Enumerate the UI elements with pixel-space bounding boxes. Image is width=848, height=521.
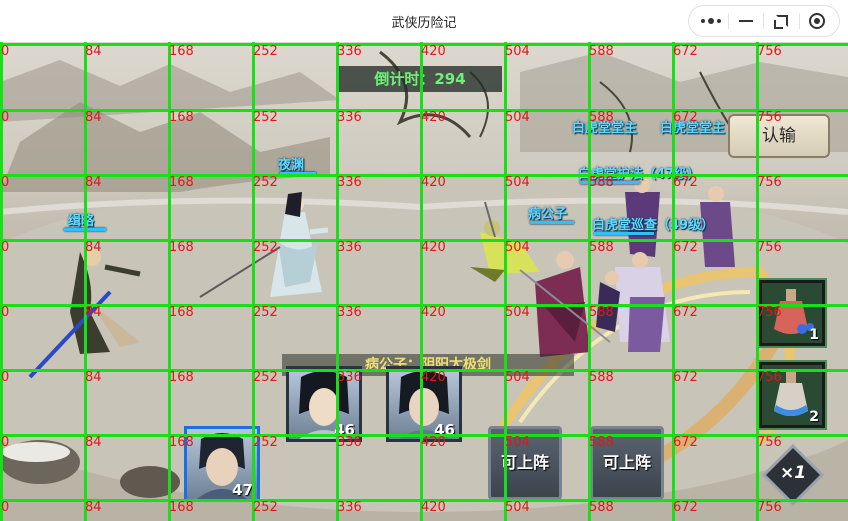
close-button[interactable] — [802, 9, 832, 33]
unit-name-enemy-5: 白虎堂巡查（49级） — [592, 218, 715, 233]
hero-card-2[interactable]: 46 — [286, 366, 362, 442]
game-canvas[interactable]: 倒计时：294 认输 缉略 夜渊 病公子 白虎堂堂主 白虎堂堂主 白虎堂护法（4… — [0, 42, 848, 521]
unit-name-enemy-4: 白虎堂护法（47级） — [578, 167, 701, 182]
window-capsule — [688, 5, 840, 37]
close-target-icon — [808, 13, 825, 29]
hp-bar-ally-2 — [280, 172, 316, 175]
item-count: 1 — [809, 327, 819, 343]
hero-level: 46 — [334, 421, 355, 439]
item-count: 2 — [809, 409, 819, 425]
speed-button[interactable]: ×1 — [762, 444, 824, 506]
hero-card-1[interactable]: 47 — [184, 426, 260, 502]
countdown-timer: 倒计时：294 — [338, 66, 502, 92]
unit-name-enemy-3: 白虎堂堂主 — [660, 121, 726, 136]
unit-name-ally-1: 缉略 — [68, 214, 95, 229]
capsule-divider — [763, 13, 765, 29]
restore-icon — [773, 15, 788, 29]
unit-name-enemy-2: 白虎堂堂主 — [572, 121, 638, 136]
minimize-icon — [739, 20, 754, 22]
hp-bar-ally-1 — [64, 228, 106, 231]
empty-slot-2[interactable]: 可上阵 — [590, 426, 664, 500]
speed-label: ×1 — [779, 463, 807, 483]
hero-level: 47 — [232, 481, 253, 499]
empty-slot-1[interactable]: 可上阵 — [488, 426, 562, 500]
hero-level: 46 — [434, 421, 455, 439]
restore-button[interactable] — [767, 9, 797, 33]
unit-name-ally-2: 夜渊 — [278, 158, 305, 173]
hp-bar-enemy-1 — [530, 221, 574, 224]
unit-name-enemy-1: 病公子 — [528, 207, 568, 222]
more-button[interactable] — [696, 9, 726, 33]
hp-bar-enemy-4 — [580, 181, 640, 184]
minimize-button[interactable] — [731, 9, 761, 33]
more-icon — [701, 18, 722, 24]
countdown-value: 294 — [434, 70, 466, 88]
hero-card-3[interactable]: 46 — [386, 366, 462, 442]
countdown-label: 倒计时： — [374, 70, 435, 88]
title-bar: 武侠历险记 — [0, 0, 848, 42]
item-slot-2[interactable]: 2 — [757, 360, 827, 430]
item-slot-1[interactable]: 1 — [757, 278, 827, 348]
hp-bar-enemy-5 — [594, 232, 654, 235]
capsule-divider — [728, 13, 730, 29]
capsule-divider — [798, 13, 800, 29]
battle-scene — [0, 50, 848, 512]
surrender-button[interactable]: 认输 — [728, 114, 830, 158]
